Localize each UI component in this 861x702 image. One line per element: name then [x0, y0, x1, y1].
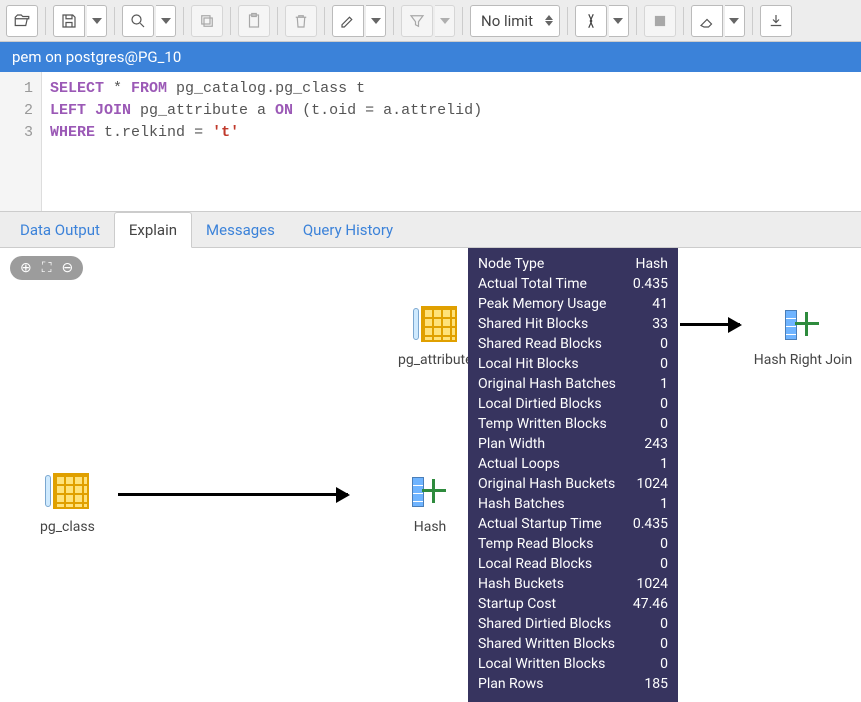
- connection-titlebar: pem on postgres@PG_10: [0, 42, 861, 72]
- tooltip-row: Plan Width243: [478, 434, 668, 454]
- tooltip-row: Shared Written Blocks0: [478, 634, 668, 654]
- hash-icon: [408, 473, 452, 509]
- sql-code[interactable]: SELECT * FROM pg_catalog.pg_class t LEFT…: [42, 72, 861, 211]
- tooltip-row: Actual Startup Time0.435: [478, 514, 668, 534]
- open-button[interactable]: [6, 5, 38, 37]
- tooltip-row: Local Hit Blocks0: [478, 354, 668, 374]
- hash-icon: [781, 306, 825, 342]
- paste-button[interactable]: [238, 5, 270, 37]
- execute-button[interactable]: [575, 5, 607, 37]
- plan-node-label: Hash Right Join: [748, 352, 858, 368]
- find-dropdown[interactable]: [156, 5, 176, 37]
- tooltip-row: Temp Read Blocks0: [478, 534, 668, 554]
- tooltip-row: Temp Written Blocks0: [478, 414, 668, 434]
- table-icon: [45, 473, 89, 509]
- tooltip-row: Actual Total Time0.435: [478, 274, 668, 294]
- save-dropdown[interactable]: [87, 5, 107, 37]
- filter-dropdown[interactable]: [435, 5, 455, 37]
- clear-button[interactable]: [691, 5, 723, 37]
- copy-button[interactable]: [191, 5, 223, 37]
- zoom-in-icon[interactable]: ⊕: [20, 260, 32, 276]
- toolbar: No limit: [0, 0, 861, 42]
- edit-button[interactable]: [332, 5, 364, 37]
- result-tabs: Data OutputExplainMessagesQuery History: [0, 212, 861, 248]
- tooltip-row: Node TypeHash: [478, 254, 668, 274]
- delete-button[interactable]: [285, 5, 317, 37]
- tooltip-row: Peak Memory Usage41: [478, 294, 668, 314]
- find-button[interactable]: [122, 5, 154, 37]
- tab-data-output[interactable]: Data Output: [6, 213, 114, 247]
- plan-node-label: Hash: [408, 519, 452, 535]
- zoom-out-icon[interactable]: ⊖: [62, 260, 74, 276]
- tooltip-row: Local Written Blocks0: [478, 654, 668, 674]
- tab-query-history[interactable]: Query History: [289, 213, 407, 247]
- tooltip-row: Hash Batches1: [478, 494, 668, 514]
- plan-arrow: [680, 323, 740, 326]
- plan-node-tooltip: Node TypeHashActual Total Time0.435Peak …: [468, 248, 678, 702]
- tooltip-row: Shared Dirtied Blocks0: [478, 614, 668, 634]
- save-button[interactable]: [53, 5, 85, 37]
- plan-node-pg-attribute[interactable]: pg_attribute: [398, 306, 473, 368]
- download-button[interactable]: [760, 5, 792, 37]
- plan-node-label: pg_class: [40, 519, 95, 535]
- zoom-fit-icon[interactable]: ⛶: [42, 260, 52, 276]
- clear-dropdown[interactable]: [725, 5, 745, 37]
- tooltip-row: Local Dirtied Blocks0: [478, 394, 668, 414]
- table-icon: [413, 306, 457, 342]
- zoom-controls[interactable]: ⊕ ⛶ ⊖: [10, 256, 83, 280]
- plan-node-hash-right-join[interactable]: Hash Right Join: [748, 306, 858, 368]
- sql-editor[interactable]: 123 SELECT * FROM pg_catalog.pg_class t …: [0, 72, 861, 212]
- limit-select[interactable]: No limit: [470, 5, 560, 37]
- stop-button[interactable]: [644, 5, 676, 37]
- explain-panel: ⊕ ⛶ ⊖ pg_class pg_attribute Hash Hash Ri…: [0, 248, 861, 669]
- execute-dropdown[interactable]: [609, 5, 629, 37]
- tooltip-row: Local Read Blocks0: [478, 554, 668, 574]
- plan-node-hash[interactable]: Hash: [408, 473, 452, 535]
- plan-arrow: [118, 493, 348, 496]
- tooltip-row: Actual Loops1: [478, 454, 668, 474]
- edit-dropdown[interactable]: [366, 5, 386, 37]
- plan-node-label: pg_attribute: [398, 352, 473, 368]
- plan-node-pg-class[interactable]: pg_class: [40, 473, 95, 535]
- tooltip-row: Shared Read Blocks0: [478, 334, 668, 354]
- line-gutter: 123: [0, 72, 42, 211]
- connection-title: pem on postgres@PG_10: [12, 48, 181, 66]
- limit-stepper[interactable]: [545, 15, 553, 26]
- filter-button[interactable]: [401, 5, 433, 37]
- tooltip-row: Original Hash Buckets1024: [478, 474, 668, 494]
- tab-messages[interactable]: Messages: [192, 213, 289, 247]
- tooltip-row: Original Hash Batches1: [478, 374, 668, 394]
- tooltip-row: Hash Buckets1024: [478, 574, 668, 594]
- tooltip-row: Startup Cost47.46: [478, 594, 668, 614]
- tooltip-row: Plan Rows185: [478, 674, 668, 694]
- limit-value: No limit: [481, 12, 533, 30]
- tab-explain[interactable]: Explain: [114, 212, 192, 248]
- tooltip-row: Shared Hit Blocks33: [478, 314, 668, 334]
